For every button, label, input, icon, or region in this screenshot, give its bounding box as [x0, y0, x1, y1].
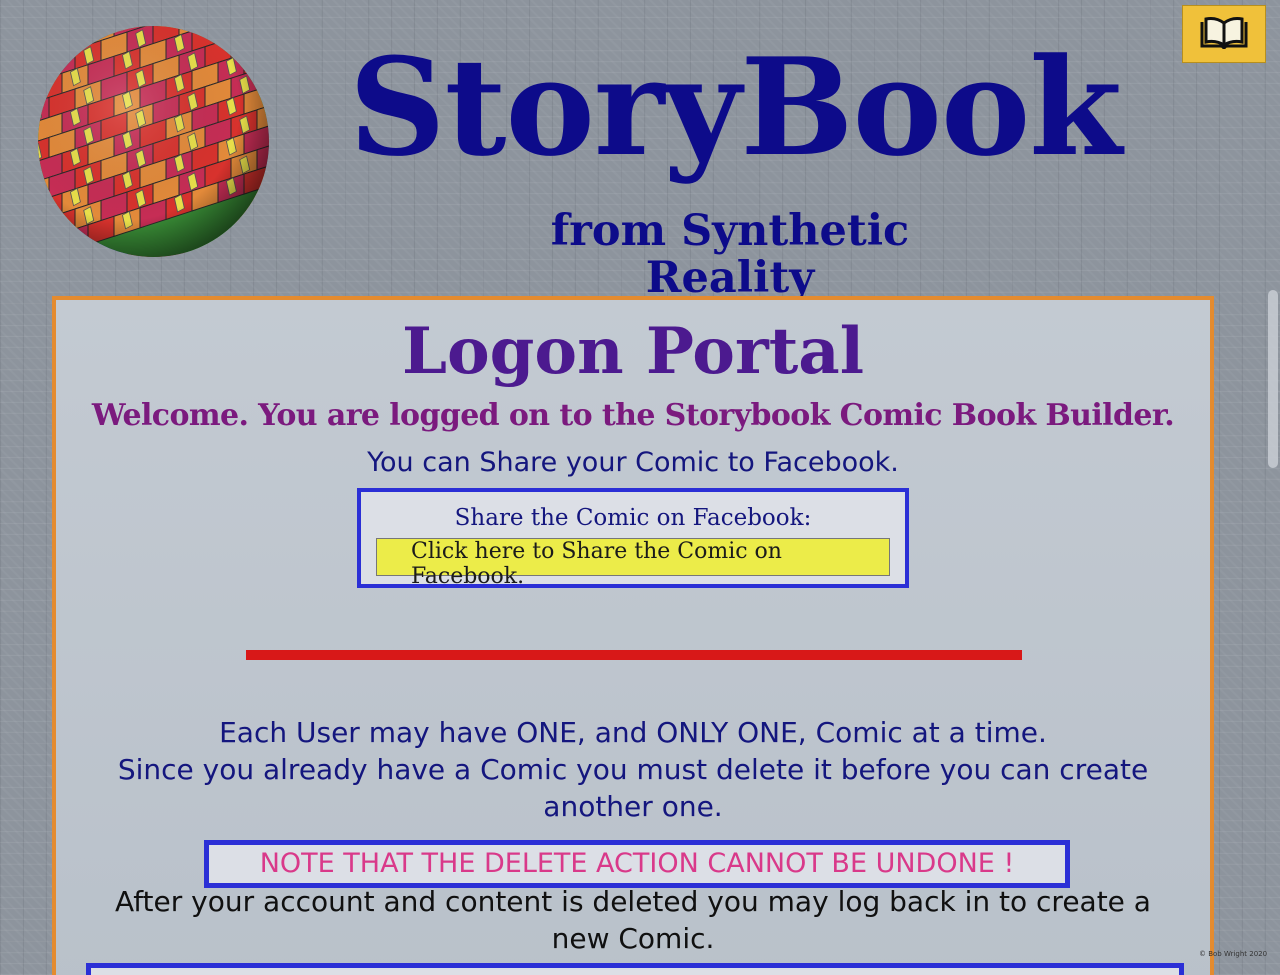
delete-account-box [86, 963, 1184, 975]
storybook-menu-button[interactable] [1182, 5, 1266, 63]
rule-line-1: Each User may have ONE, and ONLY ONE, Co… [219, 716, 1047, 749]
scrollbar-thumb[interactable] [1268, 290, 1278, 468]
rule-line-2: Since you already have a Comic you must … [117, 753, 1149, 823]
site-subtitle: from Synthetic Reality [550, 206, 910, 304]
after-delete-note: After your account and content is delete… [115, 885, 1151, 955]
delete-warning-box: NOTE THAT THE DELETE ACTION CANNOT BE UN… [204, 840, 1070, 888]
comic-rules: Each User may have ONE, and ONLY ONE, Co… [56, 714, 1210, 825]
sphere-logo [38, 26, 269, 257]
storybook-page: { "header": { "title": "StoryBook", "sub… [0, 0, 1280, 975]
share-on-facebook-button[interactable]: Click here to Share the Comic on Faceboo… [376, 538, 890, 589]
site-title: StoryBook [348, 28, 1122, 186]
open-book-icon [1200, 17, 1248, 50]
welcome-message: Welcome. You are logged on to the Storyb… [91, 398, 1175, 433]
logon-portal-panel: Logon Portal Welcome. You are logged on … [52, 296, 1214, 975]
section-divider [246, 650, 1022, 660]
facebook-share-box: Share the Comic on Facebook: Click here … [357, 488, 909, 589]
share-note: You can Share your Comic to Facebook. [367, 447, 899, 478]
delete-warning-text: NOTE THAT THE DELETE ACTION CANNOT BE UN… [259, 848, 1015, 879]
share-box-label: Share the Comic on Facebook: [454, 505, 812, 531]
portal-title: Logon Portal [401, 314, 865, 389]
copyright-text: © Bob Wright 2020 [1199, 950, 1268, 958]
